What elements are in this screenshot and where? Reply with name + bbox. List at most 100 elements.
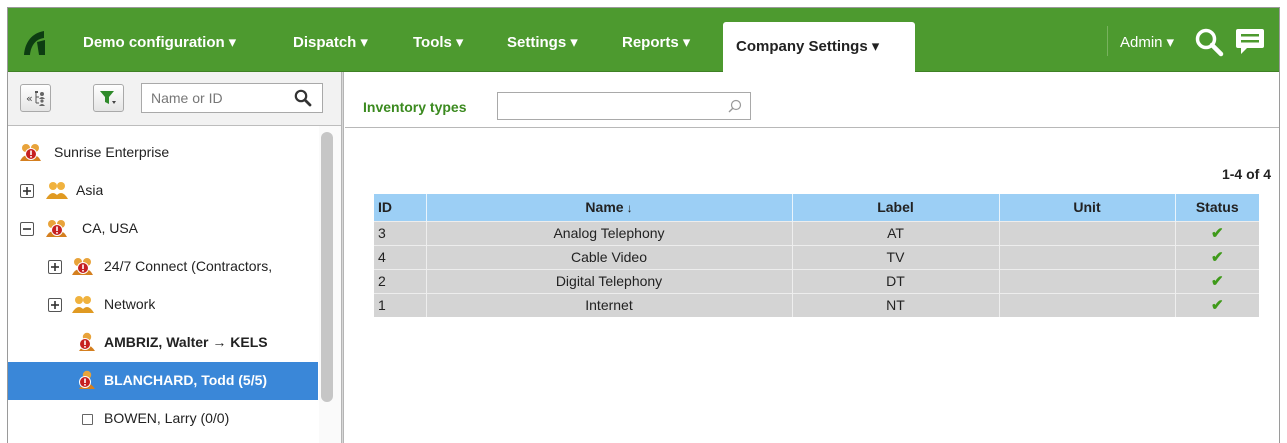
tree-search-box	[141, 83, 323, 113]
nav-label: Company Settings	[736, 38, 868, 55]
checkbox[interactable]	[82, 414, 93, 425]
sort-descending-icon: ↓	[626, 201, 633, 216]
cell-name: Digital Telephony	[426, 268, 793, 293]
cell-id: 2	[374, 268, 427, 293]
tree-item-blanchard-todd[interactable]: BLANCHARD, Todd (5/5)	[8, 362, 318, 400]
cell-id: 3	[374, 220, 427, 245]
column-header-id[interactable]: ID	[374, 194, 427, 221]
chevron-down-icon: ▾	[871, 38, 880, 55]
nav-company-settings[interactable]: Company Settings ▾	[723, 22, 915, 74]
search-icon[interactable]	[294, 89, 312, 107]
header-label: ID	[378, 199, 392, 216]
user-alert-icon	[79, 370, 95, 389]
nav-reports[interactable]: Reports ▾	[622, 30, 690, 56]
tree-item-label: CA, USA	[82, 220, 139, 236]
cell-unit	[999, 268, 1176, 293]
search-icon[interactable]	[728, 99, 742, 113]
column-header-label[interactable]: Label	[792, 194, 1000, 221]
collapse-icon[interactable]	[20, 222, 34, 236]
table-header-row: ID Name ↓ Label Unit Status	[374, 194, 1259, 221]
tree-item-bowen-larry[interactable]: BOWEN, Larry (0/0)	[8, 400, 318, 438]
cell-label: AT	[792, 220, 1000, 245]
left-toolbar: «	[8, 72, 341, 126]
chevron-down-icon: ▾	[455, 34, 464, 51]
org-alert-icon	[46, 220, 67, 237]
expand-icon[interactable]	[48, 298, 62, 312]
collapse-tree-button[interactable]: «	[20, 84, 51, 112]
user-label: Admin	[1120, 34, 1163, 51]
cell-unit	[999, 220, 1176, 245]
expand-icon[interactable]	[48, 260, 62, 274]
group-icon	[46, 182, 68, 199]
nav-label: Settings	[507, 34, 567, 51]
user-menu[interactable]: Admin ▾	[1120, 30, 1174, 56]
tree-item-network[interactable]: Network	[8, 286, 318, 324]
inventory-types-table: ID Name ↓ Label Unit Status 3 Analog Tele…	[374, 194, 1259, 317]
tree-scrollbar-thumb[interactable]	[321, 132, 333, 402]
header-label: Unit	[1073, 199, 1101, 216]
table-row[interactable]: 3 Analog Telephony AT ✔	[374, 220, 1259, 245]
inventory-types-field	[497, 92, 751, 120]
chevron-down-icon: ▾	[570, 34, 578, 51]
right-toolbar: Inventory types	[345, 72, 1279, 128]
org-alert-icon	[20, 144, 41, 161]
header-label: Name	[585, 199, 624, 216]
header-label: Status	[1195, 199, 1239, 216]
pagination-info: 1-4 of 4	[1221, 166, 1271, 182]
table-row[interactable]: 1 Internet NT ✔	[374, 292, 1259, 317]
table-row[interactable]: 4 Cable Video TV ✔	[374, 244, 1259, 269]
cell-name: Internet	[426, 292, 793, 317]
cell-name: Cable Video	[426, 244, 793, 269]
filter-button[interactable]	[93, 84, 124, 112]
cell-name: Analog Telephony	[426, 220, 793, 245]
app-window: Demo configuration ▾ Dispatch ▾ Tools ▾ Set…	[7, 7, 1280, 443]
column-header-status[interactable]: Status	[1175, 194, 1259, 221]
tree-item-label: BOWEN, Larry (0/0)	[104, 410, 230, 426]
nav-dispatch[interactable]: Dispatch ▾	[293, 30, 368, 56]
expand-icon[interactable]	[20, 184, 34, 198]
checkmark-icon: ✔	[1210, 273, 1224, 290]
inventory-types-label: Inventory types	[363, 99, 467, 115]
cell-label: DT	[792, 268, 1000, 293]
tree-item-ca-usa[interactable]: CA, USA	[8, 210, 318, 248]
tree-item-label: 24/7 Connect (Contractors,	[104, 258, 273, 274]
cell-unit	[999, 244, 1176, 269]
chevron-down-icon: ▾	[682, 34, 691, 51]
nav-label: Dispatch	[293, 34, 357, 51]
tree-search-input[interactable]	[151, 88, 281, 108]
cell-id: 1	[374, 292, 427, 317]
org-tree: Sunrise Enterprise Asia CA, USA 24/7 Con…	[8, 126, 341, 443]
checkmark-icon: ✔	[1210, 249, 1224, 266]
nav-settings[interactable]: Settings ▾	[507, 30, 578, 56]
tree-item-label: Network	[104, 296, 156, 312]
cell-unit	[999, 292, 1176, 317]
cell-status: ✔	[1175, 220, 1259, 245]
top-nav-bar: Demo configuration ▾ Dispatch ▾ Tools ▾ Set…	[8, 8, 1279, 74]
app-logo-icon[interactable]	[19, 28, 49, 58]
tree-item-sunrise-enterprise[interactable]: Sunrise Enterprise	[8, 134, 318, 172]
column-header-name[interactable]: Name ↓	[426, 194, 793, 221]
nav-tools[interactable]: Tools ▾	[413, 30, 463, 56]
column-header-unit[interactable]: Unit	[999, 194, 1176, 221]
search-icon[interactable]	[1194, 27, 1224, 57]
cell-status: ✔	[1175, 292, 1259, 317]
panel-splitter[interactable]	[341, 72, 344, 443]
cell-status: ✔	[1175, 268, 1259, 293]
tree-item-label: Sunrise Enterprise	[54, 144, 170, 160]
cell-id: 4	[374, 244, 427, 269]
tree-item-asia[interactable]: Asia	[8, 172, 318, 210]
nav-demo-configuration[interactable]: Demo configuration ▾	[83, 30, 236, 56]
filter-icon	[100, 91, 116, 104]
user-alert-icon	[79, 332, 95, 351]
nav-divider	[1107, 26, 1108, 56]
chat-icon[interactable]	[1235, 27, 1265, 55]
tree-item-247-connect[interactable]: 24/7 Connect (Contractors,	[8, 248, 318, 286]
inventory-types-input[interactable]	[503, 97, 713, 115]
table-row[interactable]: 2 Digital Telephony DT ✔	[374, 268, 1259, 293]
cell-label: TV	[792, 244, 1000, 269]
nav-label: Reports	[622, 34, 679, 51]
chevron-down-icon: ▾	[360, 34, 368, 51]
svg-text:«: «	[26, 92, 33, 105]
tree-item-ambriz-walter[interactable]: AMBRIZ, Walter → KELS	[8, 324, 318, 362]
checkmark-icon: ✔	[1210, 297, 1224, 315]
